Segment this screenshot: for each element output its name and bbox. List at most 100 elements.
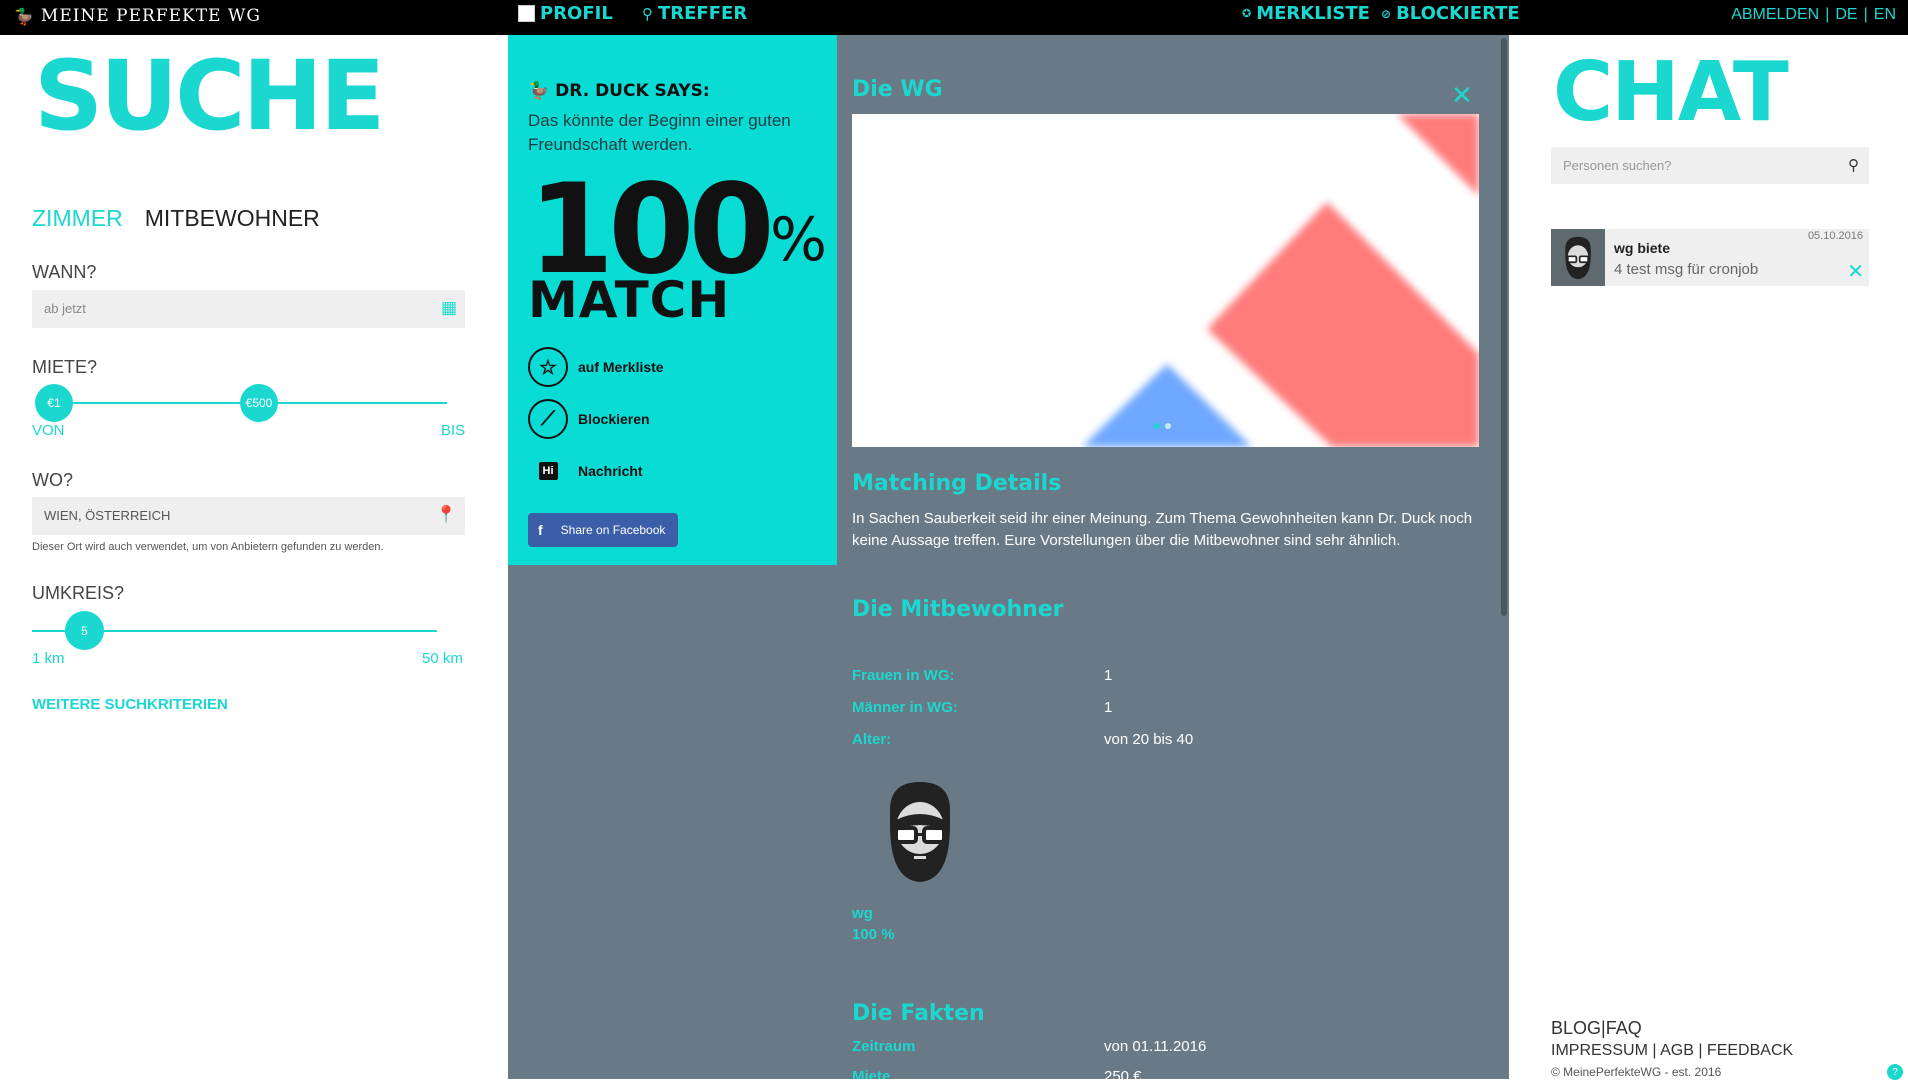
block-button[interactable]: ⟋ Blockieren <box>528 399 650 439</box>
zeitraum-label: Zeitraum <box>852 1038 916 1055</box>
close-icon[interactable]: ✕ <box>1451 80 1473 111</box>
separator: | <box>1647 1042 1661 1059</box>
location-value: WIEN, ÖSTERREICH <box>44 508 171 523</box>
copyright: © MeinePerfekteWG - est. 2016 <box>1551 1065 1722 1079</box>
search-icon: ⚲ <box>642 4 653 23</box>
dr-duck-heading: 🦆 DR. DUCK SAYS: <box>528 81 710 101</box>
rent-min-handle[interactable]: €1 <box>35 384 73 422</box>
agb-link[interactable]: AGB <box>1660 1042 1694 1059</box>
faq-link[interactable]: FAQ <box>1606 1018 1642 1038</box>
panel-bottom-mask <box>508 1079 1509 1086</box>
bis-label: BIS <box>441 422 466 439</box>
maenner-value: 1 <box>1104 699 1113 716</box>
bearded-face-icon <box>1565 236 1591 279</box>
date-input-placeholder: ab jetzt <box>44 301 86 316</box>
location-input[interactable]: WIEN, ÖSTERREICH 📍 <box>32 497 465 535</box>
nav-blockierte[interactable]: ⊘ BLOCKIERTE <box>1381 3 1520 24</box>
logo[interactable]: 🦆 MEINE PERFEKTE WG <box>14 6 261 26</box>
impressum-link[interactable]: IMPRESSUM <box>1551 1042 1648 1059</box>
tab-zimmer[interactable]: ZIMMER <box>32 205 123 232</box>
dr-duck-says-label: DR. DUCK SAYS: <box>555 81 710 101</box>
lang-en-link[interactable]: EN <box>1874 6 1896 24</box>
merkliste-label: auf Merkliste <box>578 359 664 375</box>
chat-item-name: wg biete <box>1614 240 1671 256</box>
separator: | <box>1825 6 1830 23</box>
duck-icon: 🦆 <box>14 6 35 26</box>
matching-details-text: In Sachen Sauberkeit seid ihr einer Mein… <box>852 510 1473 549</box>
chat-search-placeholder: Personen suchen? <box>1563 158 1672 173</box>
nav-merkliste-label: MERKLISTE <box>1256 3 1370 24</box>
roommate-match-percent: 100 % <box>852 926 895 943</box>
chat-item-message: 4 test msg für cronjob <box>1614 261 1759 278</box>
more-search-criteria-link[interactable]: WEITERE SUCHKRITERIEN <box>32 696 228 713</box>
radius-max-label: 50 km <box>422 650 463 667</box>
match-box: 🦆 DR. DUCK SAYS: Das könnte der Beginn e… <box>508 35 837 565</box>
feedback-link[interactable]: FEEDBACK <box>1707 1042 1793 1059</box>
roommate-name: wg <box>852 905 873 922</box>
logo-text: MEINE PERFEKTE WG <box>40 6 261 26</box>
profile-image-icon <box>518 5 535 22</box>
nav-treffer-label: TREFFER <box>658 3 748 24</box>
star-icon: ☆ <box>528 347 568 387</box>
block-label: Blockieren <box>578 411 650 427</box>
footer-links-bottom: IMPRESSUM | AGB | FEEDBACK <box>1551 1042 1793 1060</box>
tab-mitbewohner[interactable]: MITBEWOHNER <box>145 205 320 232</box>
search-icon[interactable]: ⚲ <box>1848 156 1859 174</box>
dr-duck-text: Das könnte der Beginn einer guten Freund… <box>528 111 791 154</box>
location-pin-icon: 📍 <box>435 505 457 524</box>
rent-min-value: €1 <box>47 396 61 410</box>
block-icon: ⟋ <box>528 399 568 439</box>
date-input[interactable]: ab jetzt ▦ <box>32 290 465 328</box>
rent-max-value: €500 <box>245 396 273 410</box>
nav-merkliste[interactable]: ✪ MERKLISTE <box>1242 3 1370 24</box>
detail-scrollbar[interactable] <box>1501 38 1507 616</box>
von-label: VON <box>32 422 65 439</box>
separator: | <box>1863 6 1868 23</box>
duck-icon: 🦆 <box>528 81 550 101</box>
add-to-merkliste-button[interactable]: ☆ auf Merkliste <box>528 347 664 387</box>
close-icon[interactable]: ✕ <box>1847 259 1864 284</box>
search-panel <box>0 35 508 1086</box>
block-icon: ⊘ <box>1381 6 1392 21</box>
wg-photo-image <box>1082 114 1479 447</box>
miete-label: MIETE? <box>32 357 98 377</box>
nav-profil[interactable]: PROFIL <box>518 3 613 24</box>
radius-value: 5 <box>81 623 88 638</box>
star-icon: ✪ <box>1242 7 1252 20</box>
match-word: MATCH <box>528 271 731 329</box>
logout-link[interactable]: ABMELDEN <box>1731 6 1819 24</box>
chat-title: CHAT <box>1553 45 1789 140</box>
umkreis-label: UMKREIS? <box>32 583 125 603</box>
chat-list-item[interactable]: wg biete 4 test msg für cronjob 05.10.20… <box>1551 229 1869 286</box>
lang-de-link[interactable]: DE <box>1835 6 1857 24</box>
facebook-icon: f <box>538 522 543 538</box>
separator: | <box>1693 1042 1707 1059</box>
calendar-icon[interactable]: ▦ <box>441 298 457 318</box>
frauen-value: 1 <box>1104 667 1113 684</box>
facebook-share-label: Share on Facebook <box>560 523 666 537</box>
facebook-share-button[interactable]: f Share on Facebook <box>528 513 678 547</box>
chat-search-input[interactable]: Personen suchen? ⚲ <box>1551 147 1869 184</box>
chat-panel <box>1509 35 1908 1086</box>
wg-photo[interactable] <box>852 114 1479 447</box>
message-button[interactable]: Hi Nachricht <box>528 451 643 491</box>
blog-link[interactable]: BLOG <box>1551 1018 1601 1038</box>
nav-treffer[interactable]: ⚲ TREFFER <box>642 3 747 24</box>
help-icon[interactable]: ? <box>1887 1064 1903 1080</box>
mitbewohner-title: Die Mitbewohner <box>852 597 1064 622</box>
radius-handle[interactable]: 5 <box>65 611 104 650</box>
footer-links-top: BLOG|FAQ <box>1551 1018 1642 1039</box>
location-hint: Dieser Ort wird auch verwendet, um von A… <box>32 541 384 553</box>
wo-label: WO? <box>32 470 74 490</box>
alter-label: Alter: <box>852 731 892 748</box>
frauen-label: Frauen in WG: <box>852 667 955 684</box>
message-label: Nachricht <box>578 463 643 479</box>
roommate-avatar[interactable] <box>880 780 960 884</box>
alter-value: von 20 bis 40 <box>1104 731 1194 748</box>
rent-max-handle[interactable]: €500 <box>240 384 278 422</box>
search-tabs: ZIMMER MITBEWOHNER <box>32 205 320 232</box>
wann-label: WANN? <box>32 262 97 282</box>
nav-blockierte-label: BLOCKIERTE <box>1396 3 1520 24</box>
fakten-title: Die Fakten <box>852 1001 985 1026</box>
zeitraum-value: von 01.11.2016 <box>1104 1038 1207 1055</box>
